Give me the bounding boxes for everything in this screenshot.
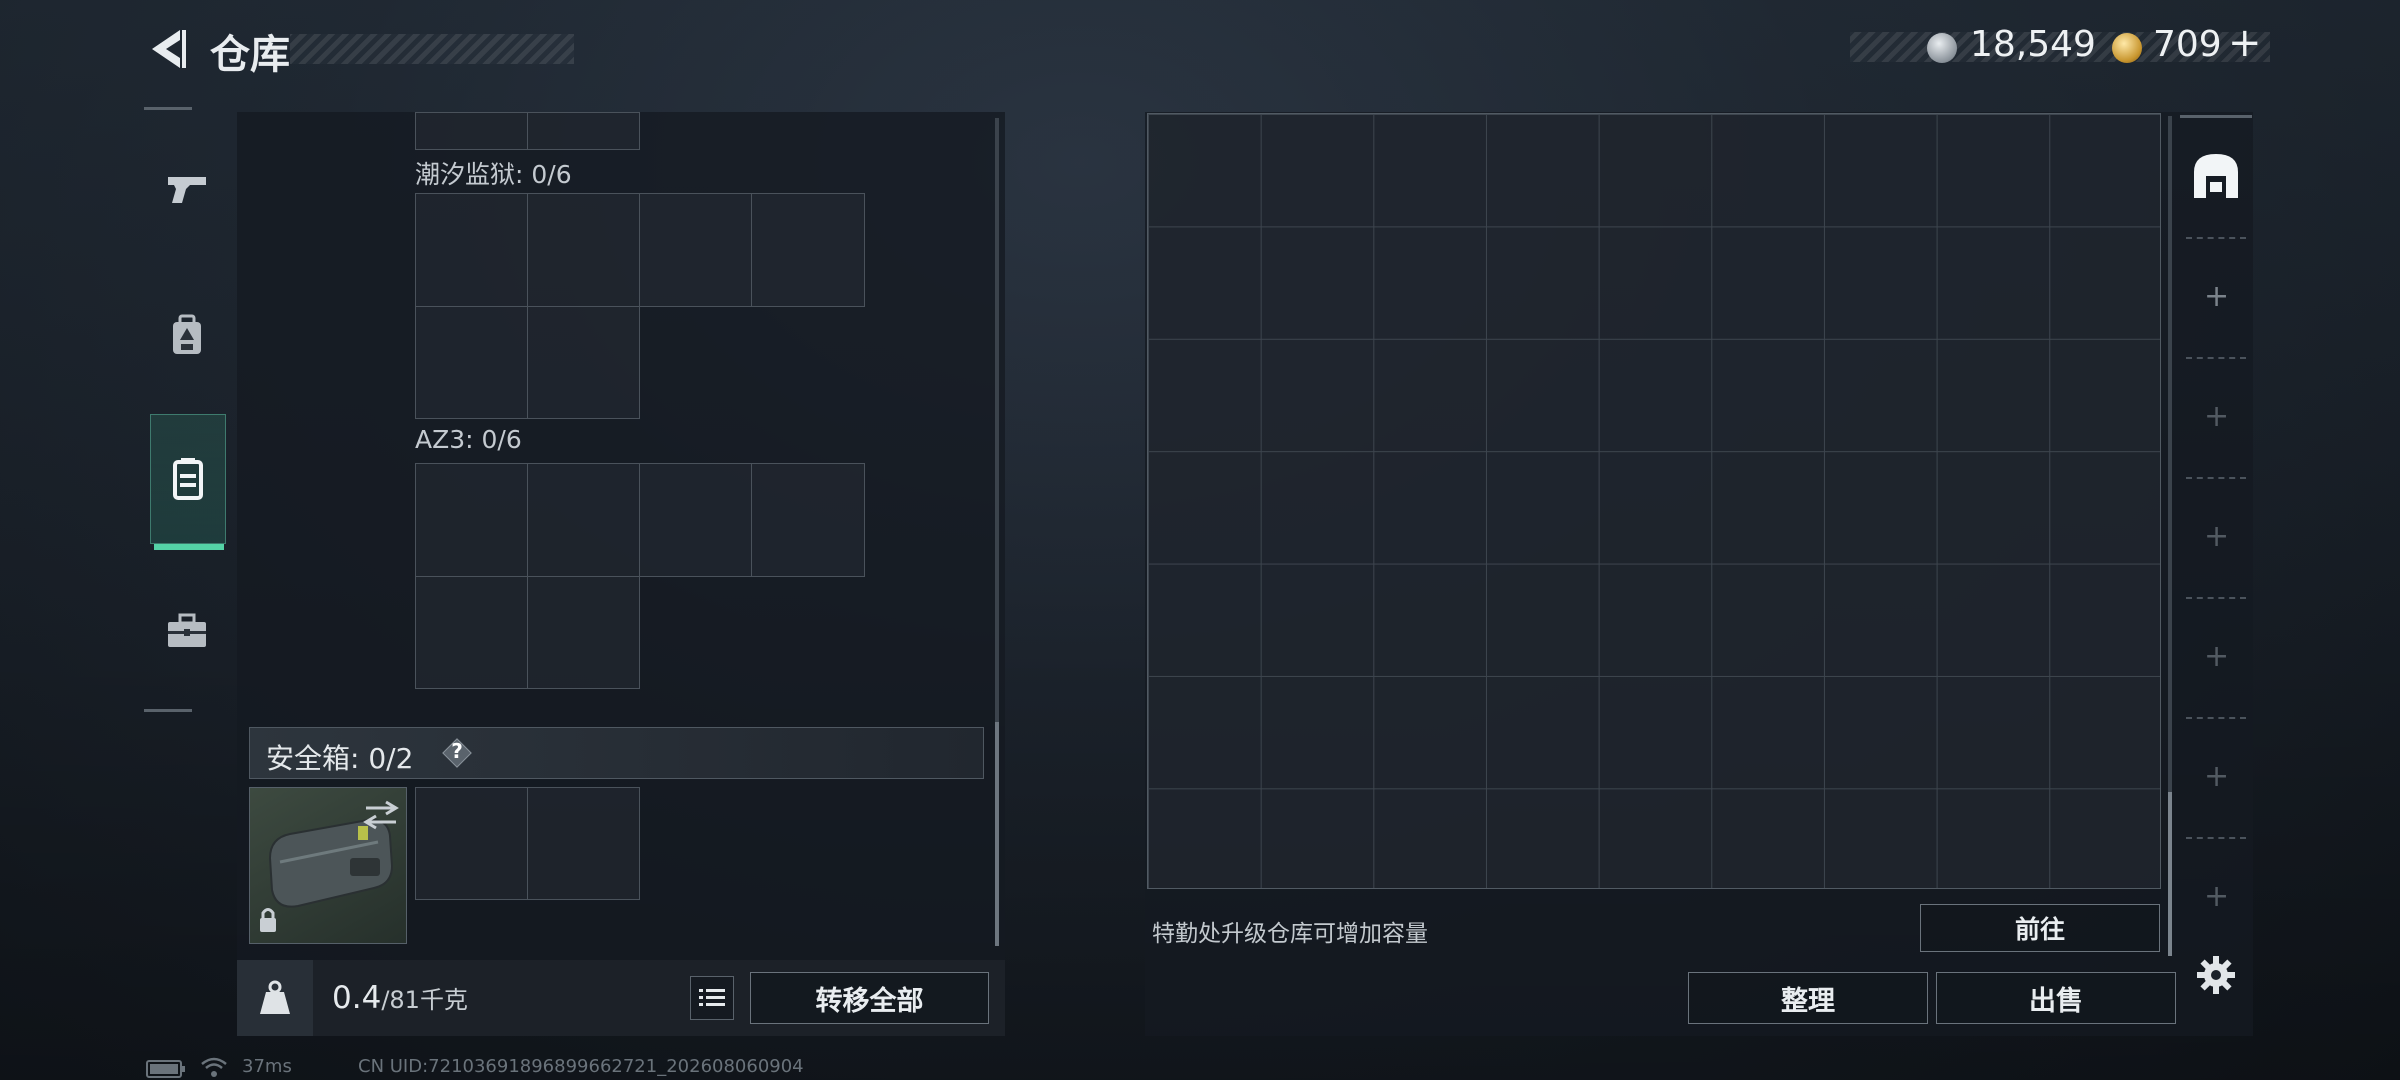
- vest-icon: [173, 458, 203, 500]
- category-backpack[interactable]: [150, 299, 224, 373]
- safe-slot[interactable]: [527, 787, 640, 900]
- slot[interactable]: [415, 193, 528, 307]
- tab-separator: [2186, 357, 2246, 359]
- safe-case-icon: [260, 800, 399, 932]
- left-scrollbar-thumb[interactable]: [995, 722, 999, 946]
- backpack-icon: [173, 314, 201, 354]
- transfer-all-button[interactable]: 转移全部: [750, 972, 989, 1024]
- tab-separator: [2186, 717, 2246, 719]
- slot[interactable]: [415, 463, 528, 577]
- right-scrollbar-thumb[interactable]: [2168, 792, 2172, 956]
- help-mark: ?: [451, 739, 463, 763]
- weight-current: 0.4: [332, 980, 382, 1016]
- upgrade-note: 特勤处升级仓库可增加容量: [1152, 921, 1428, 947]
- slot[interactable]: [527, 112, 640, 150]
- title-decoration: [290, 34, 574, 64]
- ping-readout: 37ms: [242, 1056, 292, 1077]
- silver-coin-icon: [1927, 33, 1957, 63]
- slot[interactable]: [415, 576, 528, 689]
- rail-top-line: [144, 107, 192, 110]
- tab-separator: [2186, 237, 2246, 239]
- tab-separator: [2186, 837, 2246, 839]
- add-storage-icon[interactable]: +: [2204, 522, 2229, 552]
- slot[interactable]: [751, 193, 865, 307]
- category-toolbox[interactable]: [150, 594, 224, 668]
- arrange-button[interactable]: 整理: [1688, 972, 1928, 1024]
- gold-balance: 709: [2153, 24, 2222, 65]
- weight-readout: 0.4/81千克: [332, 980, 468, 1016]
- add-storage-icon[interactable]: +: [2204, 642, 2229, 672]
- slot[interactable]: [415, 112, 528, 150]
- goto-button[interactable]: 前往: [1920, 904, 2160, 952]
- add-gold-button[interactable]: +: [2228, 20, 2262, 66]
- help-icon[interactable]: ?: [440, 736, 474, 770]
- category-weapons[interactable]: [150, 152, 224, 226]
- list-icon: [699, 989, 725, 1006]
- add-storage-icon[interactable]: +: [2204, 762, 2229, 792]
- add-storage-icon[interactable]: +: [2204, 882, 2229, 912]
- safe-box-label: 安全箱: 0/2: [266, 742, 414, 775]
- storage-grid[interactable]: [1147, 113, 2161, 889]
- rail-bottom-line: [144, 709, 192, 712]
- gear-icon[interactable]: [2196, 955, 2236, 995]
- back-icon[interactable]: [144, 26, 190, 72]
- gold-coin-icon: [2112, 33, 2142, 63]
- tab-separator: [2186, 597, 2246, 599]
- section-label-tide-prison: 潮汐监狱: 0/6: [415, 160, 572, 189]
- slot[interactable]: [527, 576, 640, 689]
- add-storage-icon[interactable]: +: [2204, 282, 2229, 312]
- category-vest[interactable]: [150, 414, 226, 544]
- uid-readout: CN UID:72103691896899662721_202608060904: [358, 1056, 804, 1077]
- silver-balance: 18,549: [1970, 24, 2096, 65]
- tab-separator: [2186, 477, 2246, 479]
- weight-max: /81千克: [381, 986, 468, 1014]
- safe-box-item[interactable]: [249, 787, 407, 944]
- page-title: 仓库: [210, 32, 290, 78]
- toolbox-icon: [168, 613, 206, 647]
- storage-icon[interactable]: [2190, 150, 2242, 202]
- slot[interactable]: [527, 463, 640, 577]
- list-view-button[interactable]: [690, 976, 734, 1020]
- add-storage-icon[interactable]: +: [2204, 402, 2229, 432]
- safe-slot[interactable]: [415, 787, 528, 900]
- active-category-indicator: [154, 544, 224, 550]
- slot[interactable]: [751, 463, 865, 577]
- kg-weight-icon: [237, 960, 313, 1036]
- lock-icon: [260, 918, 276, 932]
- wifi-icon: [201, 1057, 227, 1077]
- pistol-icon: [168, 177, 206, 203]
- slot[interactable]: [639, 193, 752, 307]
- slot[interactable]: [527, 306, 640, 419]
- tab-rail-top: [2180, 115, 2252, 118]
- swap-icon: [366, 800, 399, 816]
- section-label-az3: AZ3: 0/6: [415, 425, 522, 454]
- slot[interactable]: [527, 193, 640, 307]
- slot[interactable]: [415, 306, 528, 419]
- slot[interactable]: [639, 463, 752, 577]
- sell-button[interactable]: 出售: [1936, 972, 2176, 1024]
- battery-icon: [146, 1060, 185, 1078]
